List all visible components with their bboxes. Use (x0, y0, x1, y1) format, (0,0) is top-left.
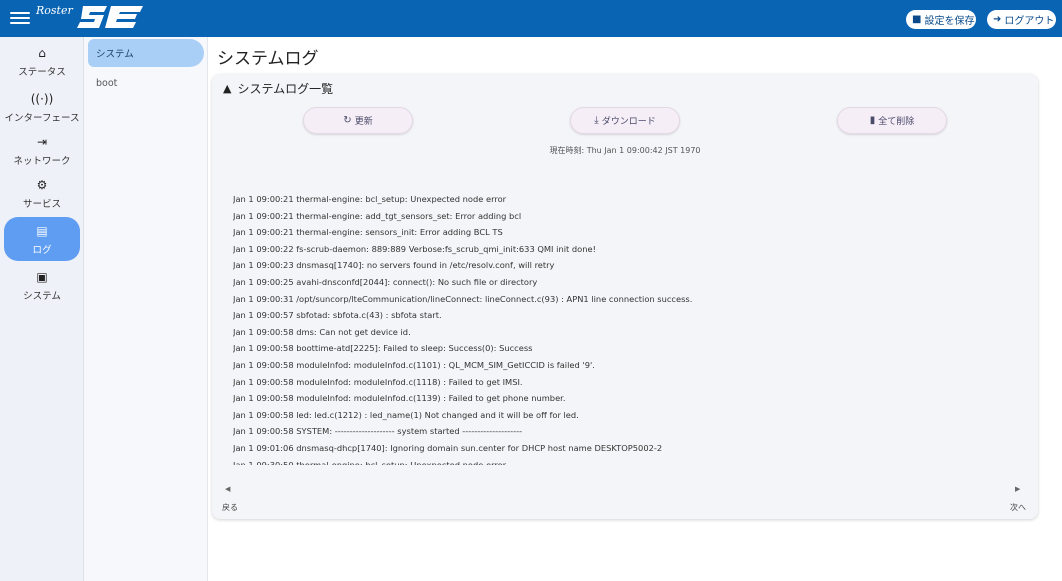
submenu-item-boot[interactable]: boot (88, 69, 204, 97)
sidebar-item-network[interactable]: ⇥ ネットワーク (4, 128, 80, 172)
log-line: Jan 1 09:00:58 dms: Can not get device i… (233, 326, 411, 337)
card-title: システムログ一覧 (237, 82, 334, 96)
log-line: Jan 1 09:00:58 moduleInfod: moduleInfod.… (233, 376, 523, 387)
log-list[interactable]: Jan 1 09:00:21 thermal-engine: bcl_setup… (233, 191, 1023, 471)
sidebar-item-label: ネットワーク (13, 155, 71, 167)
clear-all-button[interactable]: ▮ 全て削除 (837, 107, 947, 134)
se-logo (76, 6, 143, 28)
card-header: ▲ システムログ一覧 (223, 80, 333, 97)
logout-icon: ➜ (993, 13, 1002, 25)
save-settings-label: 設定を保存 (924, 16, 975, 27)
refresh-label: 更新 (354, 117, 373, 127)
log-line: Jan 1 09:00:22 fs-scrub-daemon: 889:889 … (233, 243, 596, 254)
scroll-right-arrow-icon[interactable]: ▶ (1015, 485, 1020, 493)
log-line: Jan 1 09:01:06 dnsmasq-dhcp[1740]: Ignor… (233, 442, 663, 453)
sidebar-item-label: システム (23, 290, 61, 302)
sidebar-item-service[interactable]: ⚙ サービス (4, 171, 80, 215)
antenna-icon: ((·)) (30, 91, 54, 106)
sidebar-item-system[interactable]: ▣ システム (4, 263, 80, 307)
log-line: Jan 1 09:00:58 boottime-atd[2225]: Faile… (233, 343, 533, 354)
log-line: Jan 1 09:30:50 thermal-engine: bcl_setup… (233, 459, 507, 465)
top-app-bar: Roster ■ 設定を保存 ➜ ログアウト (0, 0, 1062, 37)
log-line: Jan 1 09:00:31 /opt/suncorp/lteCommunica… (233, 293, 693, 304)
log-submenu: システム boot (84, 37, 208, 581)
log-line: Jan 1 09:00:57 sbfotad: sbfota.c(43) : s… (233, 310, 442, 321)
sidebar: ⌂ ステータス ((·)) インターフェース ⇥ ネットワーク ⚙ サービス ▤… (0, 37, 84, 581)
trash-icon: ▮ (869, 115, 876, 126)
log-line: Jan 1 09:00:23 dnsmasq[1740]: no servers… (233, 260, 555, 271)
sidebar-item-label: サービス (22, 198, 61, 210)
sidebar-item-label: インターフェース (4, 112, 80, 124)
submenu-item-system[interactable]: システム (88, 39, 204, 67)
logout-label: ログアウト (1004, 16, 1055, 27)
home-icon: ⌂ (38, 45, 46, 60)
log-line: Jan 1 09:00:21 thermal-engine: sensors_i… (233, 227, 503, 238)
refresh-button[interactable]: ↻ 更新 (303, 107, 413, 134)
refresh-icon: ↻ (343, 115, 352, 126)
log-line: Jan 1 09:00:58 moduleInfod: moduleInfod.… (233, 393, 566, 404)
main-content: システムログ ▲ システムログ一覧 ↻ 更新 ⤓ ダウンロード ▮ 全て削除 現… (209, 37, 1062, 581)
message-icon: ▤ (36, 223, 48, 238)
clear-all-label: 全て削除 (878, 117, 915, 127)
next-page-button[interactable]: 次へ (1010, 502, 1026, 513)
log-line: Jan 1 09:00:21 thermal-engine: add_tgt_s… (233, 210, 522, 221)
bell-icon: ▲ (223, 82, 232, 95)
brand-small-text: Roster (36, 4, 73, 17)
download-button[interactable]: ⤓ ダウンロード (570, 107, 680, 134)
sidebar-item-interface[interactable]: ((·)) インターフェース (4, 85, 80, 129)
system-log-card: ▲ システムログ一覧 ↻ 更新 ⤓ ダウンロード ▮ 全て削除 現在時刻: Th… (212, 74, 1038, 519)
sidebar-item-label: ログ (32, 244, 52, 256)
gears-icon: ⚙ (36, 177, 48, 192)
current-time: 現在時刻: Thu Jan 1 09:00:42 JST 1970 (549, 146, 701, 155)
log-line: Jan 1 09:00:21 thermal-engine: bcl_setup… (233, 194, 507, 204)
sidebar-item-label: ステータス (18, 66, 66, 78)
page-title: システムログ (217, 49, 319, 69)
monitor-settings-icon: ▣ (36, 269, 48, 284)
download-label: ダウンロード (601, 117, 656, 127)
log-line: Jan 1 09:00:25 avahi-dnsconfd[2044]: con… (233, 276, 538, 287)
sidebar-item-status[interactable]: ⌂ ステータス (4, 39, 80, 83)
log-line: Jan 1 09:00:58 moduleInfod: moduleInfod.… (233, 359, 595, 370)
log-line: Jan 1 09:00:58 led: led.c(1212) : led_na… (233, 409, 579, 420)
save-settings-button[interactable]: ■ 設定を保存 (906, 10, 976, 29)
brand-logo: Roster (36, 2, 147, 35)
save-icon: ■ (912, 13, 922, 25)
scroll-left-arrow-icon[interactable]: ◀ (225, 485, 230, 493)
menu-icon[interactable] (10, 9, 30, 27)
logout-button[interactable]: ➜ ログアウト (987, 10, 1056, 29)
log-line: Jan 1 09:00:58 SYSTEM: -----------------… (233, 426, 523, 437)
prev-page-button[interactable]: 戻る (222, 502, 238, 513)
download-icon: ⤓ (594, 115, 599, 126)
sidebar-item-log[interactable]: ▤ ログ (4, 217, 80, 261)
network-icon: ⇥ (36, 134, 48, 149)
